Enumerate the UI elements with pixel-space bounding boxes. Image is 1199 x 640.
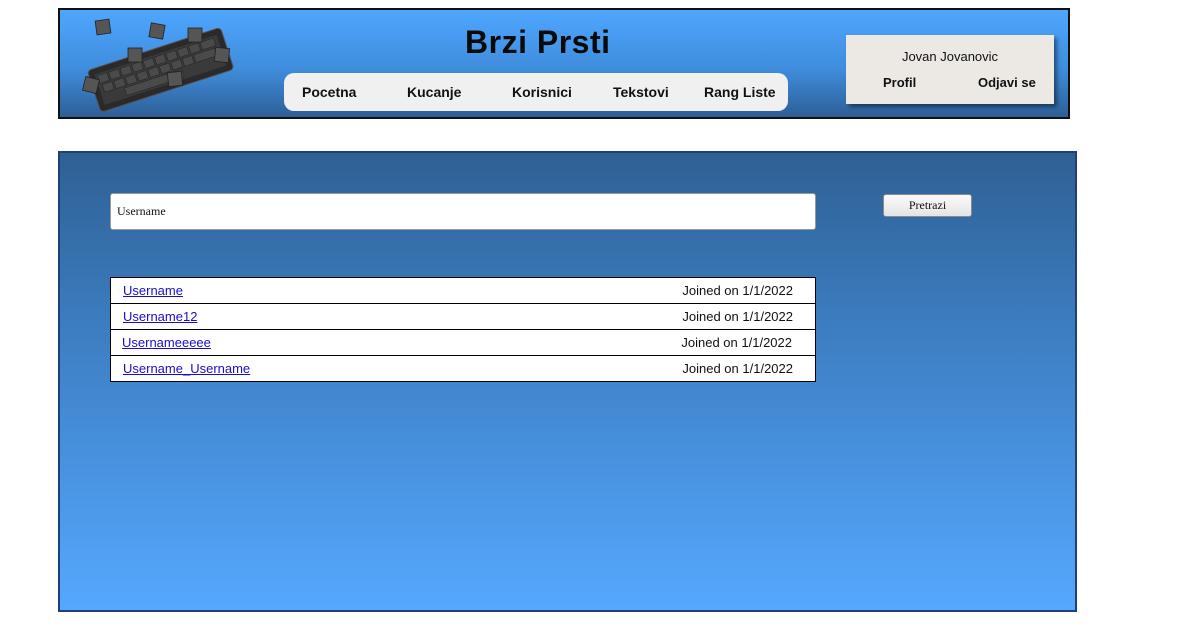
- user-panel: Jovan Jovanovic Profil Odjavi se: [846, 35, 1054, 104]
- main-nav: Pocetna Kucanje Korisnici Tekstovi Rang …: [284, 73, 788, 111]
- profile-link[interactable]: Profil: [883, 75, 916, 90]
- user-link[interactable]: Username: [123, 283, 183, 298]
- list-item: Usernameeeee Joined on 1/1/2022: [111, 330, 815, 356]
- user-results-list: Username Joined on 1/1/2022 Username12 J…: [110, 277, 816, 382]
- list-item: Username12 Joined on 1/1/2022: [111, 304, 815, 330]
- user-link[interactable]: Username_Username: [123, 361, 250, 376]
- site-header: Brzi Prsti Pocetna Kucanje Korisnici Tek…: [58, 8, 1070, 119]
- search-input[interactable]: Username: [110, 193, 816, 230]
- joined-date: Joined on 1/1/2022: [682, 309, 793, 324]
- nav-item-korisnici[interactable]: Korisnici: [512, 84, 572, 100]
- search-button[interactable]: Pretrazi: [883, 194, 972, 217]
- user-link[interactable]: Usernameeeee: [122, 335, 211, 350]
- nav-item-rang-liste[interactable]: Rang Liste: [704, 84, 776, 100]
- main-panel: Username Pretrazi Username Joined on 1/1…: [58, 151, 1077, 612]
- site-title: Brzi Prsti: [465, 24, 611, 60]
- list-item: Username_Username Joined on 1/1/2022: [111, 356, 815, 381]
- user-link[interactable]: Username12: [123, 309, 197, 324]
- joined-date: Joined on 1/1/2022: [682, 361, 793, 376]
- joined-date: Joined on 1/1/2022: [681, 335, 792, 350]
- keyboard-logo: [82, 18, 234, 112]
- joined-date: Joined on 1/1/2022: [682, 283, 793, 298]
- nav-item-tekstovi[interactable]: Tekstovi: [613, 84, 669, 100]
- logout-link[interactable]: Odjavi se: [978, 75, 1036, 90]
- list-item: Username Joined on 1/1/2022: [111, 278, 815, 304]
- user-name: Jovan Jovanovic: [901, 49, 999, 64]
- nav-item-pocetna[interactable]: Pocetna: [302, 84, 356, 100]
- nav-item-kucanje[interactable]: Kucanje: [407, 84, 461, 100]
